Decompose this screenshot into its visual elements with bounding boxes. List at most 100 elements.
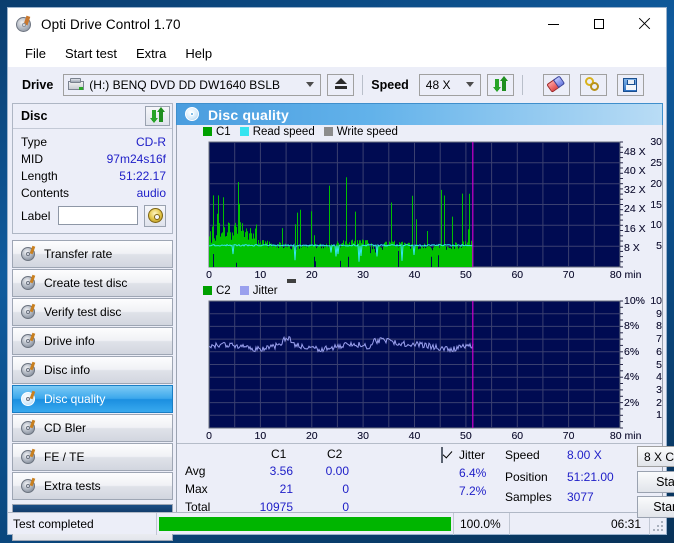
menu-item-extra[interactable]: Extra <box>127 43 175 64</box>
disc-icon <box>21 332 37 349</box>
legend-label-jitter: Jitter <box>252 284 278 297</box>
menu-item-file[interactable]: File <box>16 43 55 64</box>
jitter-checkbox[interactable] <box>441 447 443 463</box>
stats-jitter-block: Jitter 6.4% 7.2% <box>439 446 501 517</box>
disc-icon <box>21 245 37 262</box>
test-mode-value: 8 X CLV <box>644 449 674 464</box>
erase-button[interactable] <box>542 73 570 96</box>
application-window: Opti Drive Control 1.70 File Start test … <box>7 7 674 541</box>
disc-icon <box>21 419 37 436</box>
cd-disc-icon <box>147 208 163 223</box>
disc-label-input[interactable] <box>58 206 139 225</box>
jitter-label: Jitter <box>459 448 486 462</box>
stats-total-c1: 10975 <box>259 500 293 514</box>
y2-axis-tick-label: 2% <box>624 396 640 409</box>
left-panel: Disc Type CD-R MID 97m24s16f Length 51:2… <box>8 102 175 541</box>
read-disc-label-button[interactable] <box>144 204 166 227</box>
legend-label-c2: C2 <box>216 284 231 297</box>
x-axis-tick-label: 10 <box>254 269 267 281</box>
stats-row-label-avg: Avg <box>185 464 206 478</box>
drive-toolbar: Drive (H:) BENQ DVD DD DW1640 BSLB Speed… <box>8 66 666 102</box>
stats-col-header-c1: C1 <box>271 447 287 461</box>
eject-button[interactable] <box>327 73 355 96</box>
start-full-button[interactable]: Start full <box>637 471 674 493</box>
sidebar-item-verify-test-disc[interactable]: Verify test disc <box>12 298 173 326</box>
y2-axis-tick-label: 48 X <box>624 145 646 158</box>
sidebar-item-disc-info[interactable]: Disc info <box>12 356 173 384</box>
sidebar-item-drive-info[interactable]: Drive info <box>12 327 173 355</box>
save-button[interactable] <box>616 73 644 96</box>
stats-speed-block: Speed 8.00 X Position 51:21.00 Samples 3… <box>501 446 633 517</box>
y-axis-tick-label: 1 <box>656 409 662 422</box>
optical-disc-icon <box>16 15 33 33</box>
progress-fill <box>159 516 451 531</box>
x-axis-tick-label: 20 <box>305 430 318 442</box>
test-mode-select[interactable]: 8 X CLV <box>637 446 674 467</box>
sidebar-item-label: CD Bler <box>44 421 87 435</box>
toolbar-divider-1 <box>362 74 364 95</box>
status-message: Test completed <box>13 516 94 531</box>
c2-plot-area[interactable]: 1 2 3 4 5 6 7 8 9 10 2% 4% 6% 8% 10% 0 10 20 30 40 50 60 70 80 … <box>177 296 662 443</box>
speed-value: 8.00 X <box>567 448 602 462</box>
sidebar-item-transfer-rate[interactable]: Transfer rate <box>12 240 173 268</box>
disc-refresh-button[interactable] <box>145 106 170 126</box>
stats-max-c1: 21 <box>279 482 293 496</box>
sidebar-item-create-test-disc[interactable]: Create test disc <box>12 269 173 297</box>
legend-swatch-c1 <box>203 127 212 136</box>
maximize-button[interactable] <box>576 8 621 40</box>
stats-actions-block: 8 X CLV Start full Start part <box>633 446 674 518</box>
speed-select[interactable]: 48 X <box>418 73 481 96</box>
c2-chart-legend: C2 Jitter <box>177 279 662 297</box>
legend-swatch-c2 <box>203 286 212 295</box>
disc-field-type-key: Type <box>21 134 48 149</box>
statistics-panel: C1 C2 Avg 3.56 0.00 Max 21 0 Total 10975… <box>177 443 674 518</box>
speed-key-label: Speed <box>505 448 540 462</box>
legend-entry-write-speed: Write speed <box>323 125 398 138</box>
stats-row-label-max: Max <box>185 482 208 496</box>
drive-icon <box>68 78 85 91</box>
drive-select-value: (H:) BENQ DVD DD DW1640 BSLB <box>89 77 280 92</box>
toolbar-divider-2 <box>521 74 523 95</box>
sidebar-item-cd-bler[interactable]: CD Bler <box>12 414 173 442</box>
speed-label: Speed <box>371 77 409 92</box>
sidebar-item-label: Drive info <box>44 334 95 348</box>
legend-label-write-speed: Write speed <box>336 125 398 138</box>
resize-grip[interactable] <box>650 513 666 535</box>
sidebar-item-label: FE / TE <box>44 450 85 464</box>
legend-entry-c1: C1 <box>203 126 231 138</box>
sidebar-item-label: Transfer rate <box>44 247 113 261</box>
drive-select[interactable]: (H:) BENQ DVD DD DW1640 BSLB <box>63 73 322 96</box>
refresh-icon <box>492 75 508 92</box>
c1-plot-area[interactable]: 5 10 15 20 25 30 8 X 16 X 24 X 32 X 40 X 48 X 0 10 20 3… <box>177 137 662 282</box>
menu-item-help[interactable]: Help <box>176 43 221 64</box>
floppy-save-icon <box>623 77 638 92</box>
samples-key-label: Samples <box>505 490 552 504</box>
window-controls <box>531 8 666 40</box>
disc-icon <box>21 303 37 320</box>
x-axis-tick-label: 80 min <box>609 269 642 281</box>
chain-link-icon <box>585 77 601 92</box>
sidebar-item-extra-tests[interactable]: Extra tests <box>12 472 173 500</box>
minimize-button[interactable] <box>531 8 576 40</box>
sidebar-item-fe-te[interactable]: FE / TE <box>12 443 173 471</box>
disc-field-length-key: Length <box>21 168 58 183</box>
chevron-down-icon <box>465 82 474 87</box>
stats-col-header-c2: C2 <box>327 447 343 461</box>
x-axis-tick-label: 10 <box>254 430 267 442</box>
legend-label-c1: C1 <box>216 125 231 138</box>
x-axis-tick-label: 30 <box>357 269 369 281</box>
menu-item-start-test[interactable]: Start test <box>56 43 126 64</box>
y2-axis-tick-label: 32 X <box>624 183 646 196</box>
page-title: Disc quality <box>208 106 289 123</box>
c2-plot-svg <box>208 300 623 429</box>
legend-swatch-extra <box>286 279 296 283</box>
sidebar-item-disc-quality[interactable]: Disc quality <box>12 385 173 413</box>
y2-axis-tick-label: 4% <box>624 370 640 383</box>
eraser-icon <box>546 75 566 93</box>
sidebar-item-label: Disc info <box>44 363 91 377</box>
y2-axis-tick-label: 8 X <box>624 241 640 254</box>
refresh-speed-button[interactable] <box>486 73 514 96</box>
sidebar-item-label: Disc quality <box>44 392 106 406</box>
close-button[interactable] <box>621 8 666 40</box>
link-button[interactable] <box>579 73 607 96</box>
